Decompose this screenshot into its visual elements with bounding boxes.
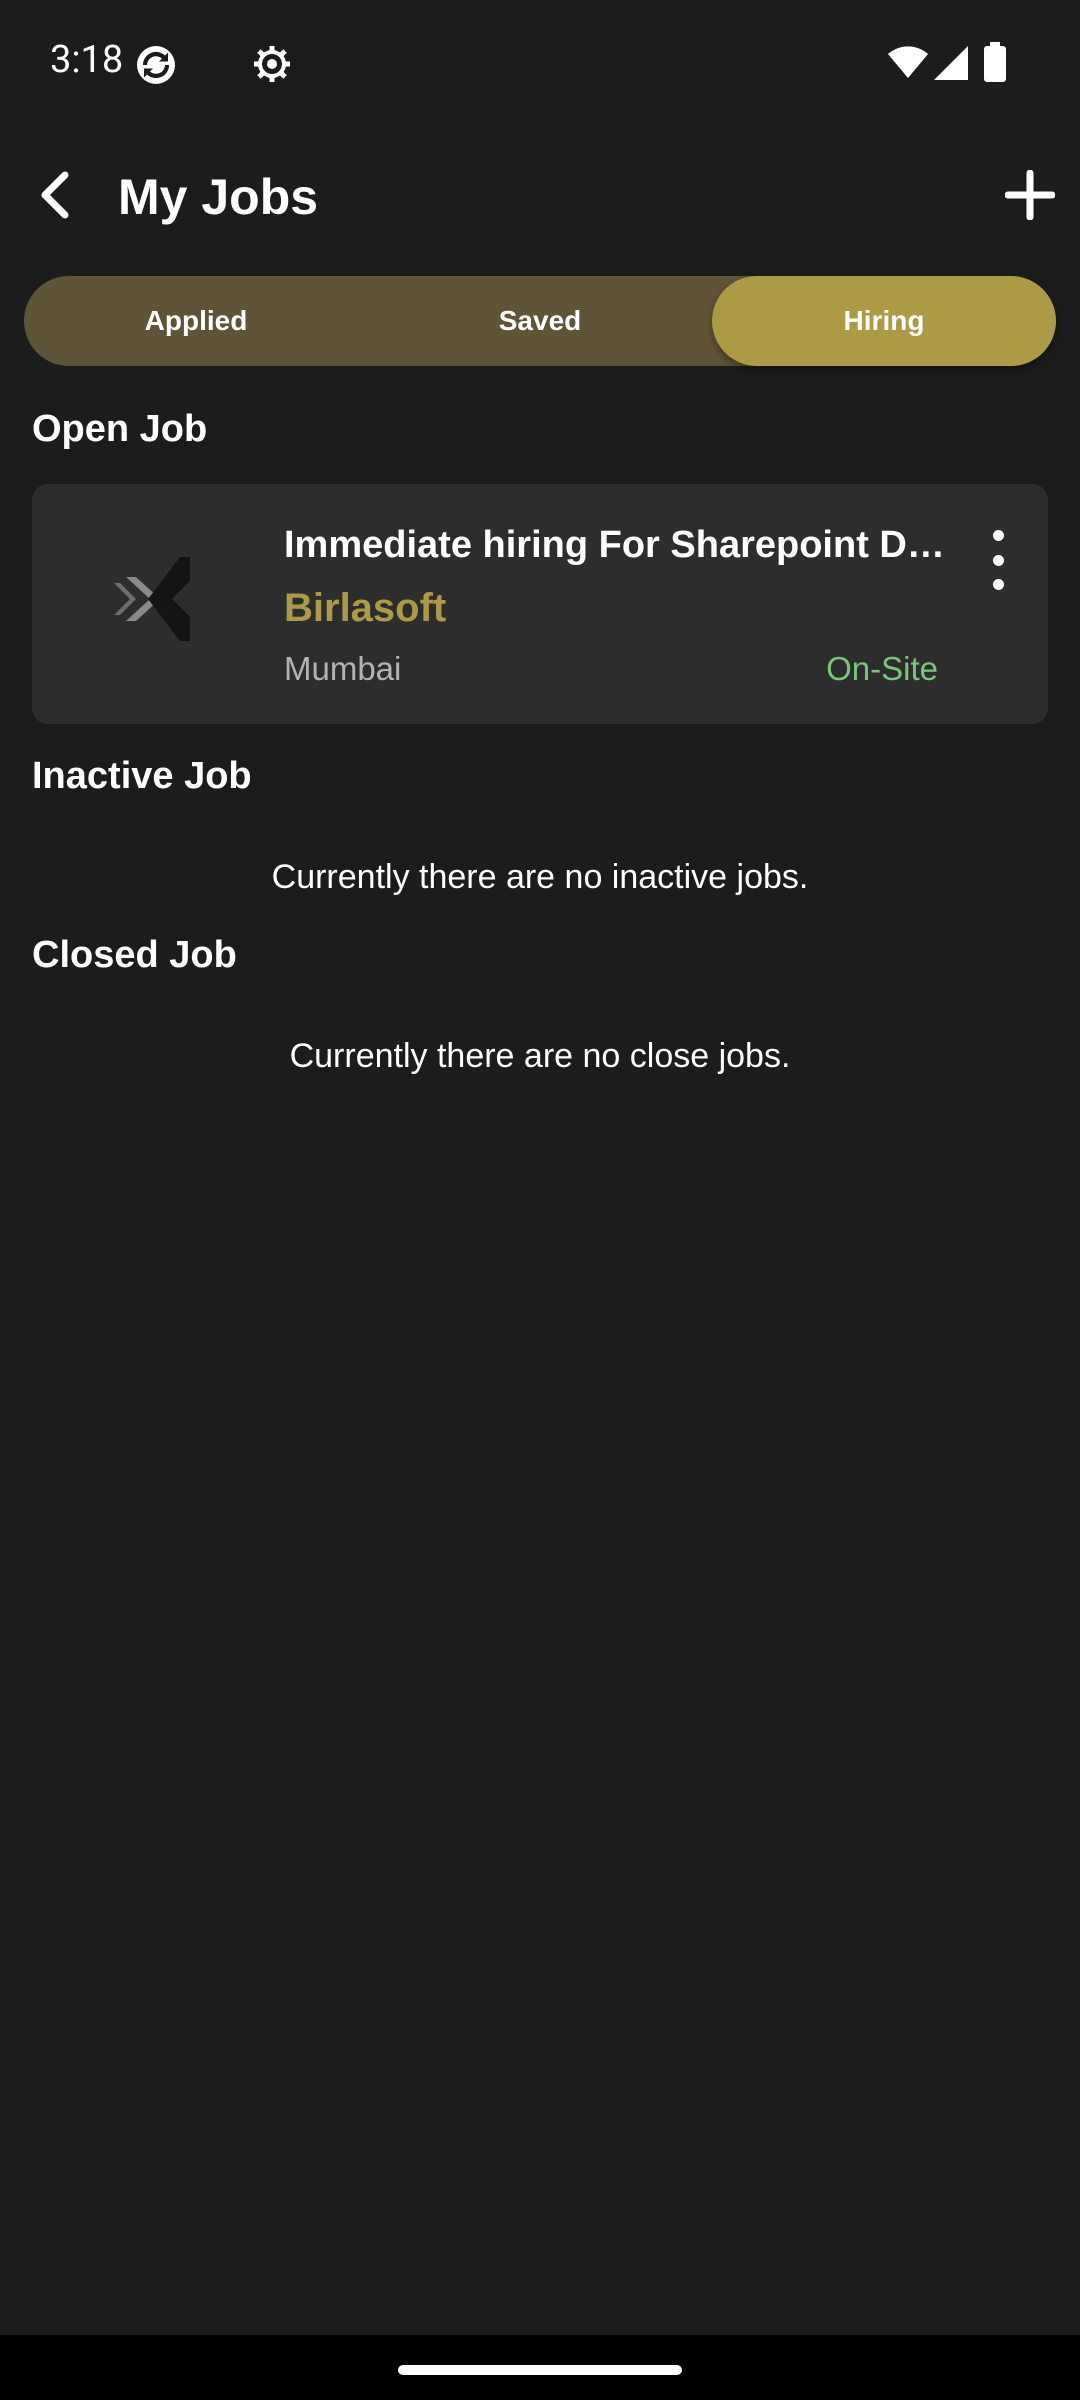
birlasoft-logo-icon — [114, 557, 190, 641]
inactive-job-heading: Inactive Job — [32, 755, 252, 797]
back-button[interactable] — [20, 160, 90, 230]
job-type-tabs: Applied Saved Hiring — [24, 276, 1056, 366]
back-arrow-icon — [41, 171, 69, 219]
tab-saved[interactable]: Saved — [368, 276, 712, 366]
add-job-button[interactable] — [995, 160, 1065, 230]
more-vert-icon-dot — [992, 530, 1004, 541]
job-mode: On-Site — [826, 650, 938, 687]
more-vert-icon-dot — [992, 579, 1004, 590]
page-title: My Jobs — [118, 169, 319, 225]
tab-applied[interactable]: Applied — [24, 276, 368, 366]
system-navigation-bar — [0, 2335, 1080, 2400]
app-bar: My Jobs — [0, 140, 1080, 250]
home-gesture-handle[interactable] — [398, 2365, 682, 2375]
signal-icon — [934, 46, 968, 80]
sync-icon — [137, 46, 175, 84]
job-card[interactable]: Immediate hiring For Sharepoint Develope… — [32, 484, 1048, 724]
settings-gear-icon — [254, 46, 290, 82]
tab-hiring[interactable]: Hiring — [712, 276, 1056, 366]
closed-job-heading: Closed Job — [32, 934, 237, 976]
company-name: Birlasoft — [284, 586, 447, 630]
more-vert-icon-dot — [992, 554, 1004, 566]
plus-icon — [1005, 170, 1055, 220]
status-bar: 3:18 — [0, 0, 1080, 120]
more-options-button[interactable] — [978, 530, 1018, 590]
inactive-empty-message: Currently there are no inactive jobs. — [271, 858, 809, 896]
status-time: 3:18 — [50, 38, 124, 82]
job-title: Immediate hiring For Sharepoint Develope… — [284, 524, 964, 566]
battery-icon — [984, 42, 1006, 82]
open-job-heading: Open Job — [32, 408, 208, 450]
wifi-icon — [888, 46, 928, 78]
closed-empty-message: Currently there are no close jobs. — [289, 1037, 791, 1075]
job-location: Mumbai — [284, 650, 402, 687]
